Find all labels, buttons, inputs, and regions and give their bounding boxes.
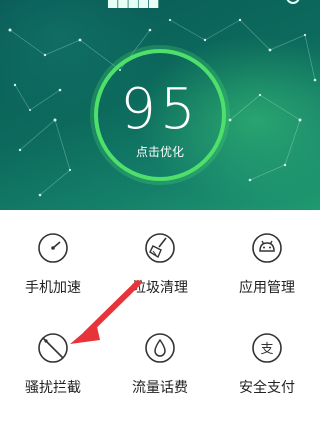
search-icon[interactable] [286,0,300,4]
health-score: 95 [120,77,200,142]
feature-label: 手机加速 [25,280,81,296]
water-drop-icon [145,333,175,363]
feature-label: 骚扰拦截 [25,380,81,396]
feature-junk-clean[interactable]: 垃圾清理 [107,220,213,310]
feature-label: 垃圾清理 [132,280,188,296]
pay-icon-glyph: 支 [260,342,273,357]
optimize-button[interactable]: 点击优化 [90,145,230,159]
broom-icon [145,233,175,263]
pay-icon: 支 [252,333,282,363]
app-title: █████ [108,0,160,8]
menu-icon[interactable] [14,0,26,6]
block-icon [38,333,68,363]
score-banner: █████ 95 点击优化 [0,0,320,210]
feature-grid: 手机加速 垃圾清理 应用管理 骚扰拦截 流量话费 支 安全支付 [0,210,320,433]
speed-gauge-icon [38,233,68,263]
top-bar: █████ [0,0,320,8]
feature-label: 安全支付 [239,380,295,396]
android-robot-icon [252,233,282,263]
feature-label: 应用管理 [239,280,295,296]
feature-harass-block[interactable]: 骚扰拦截 [0,320,106,410]
feature-data-bill[interactable]: 流量话费 [107,320,213,410]
feature-phone-speedup[interactable]: 手机加速 [0,220,106,310]
feature-secure-pay[interactable]: 支 安全支付 [214,320,320,410]
feature-app-manage[interactable]: 应用管理 [214,220,320,310]
feature-label: 流量话费 [132,380,188,396]
